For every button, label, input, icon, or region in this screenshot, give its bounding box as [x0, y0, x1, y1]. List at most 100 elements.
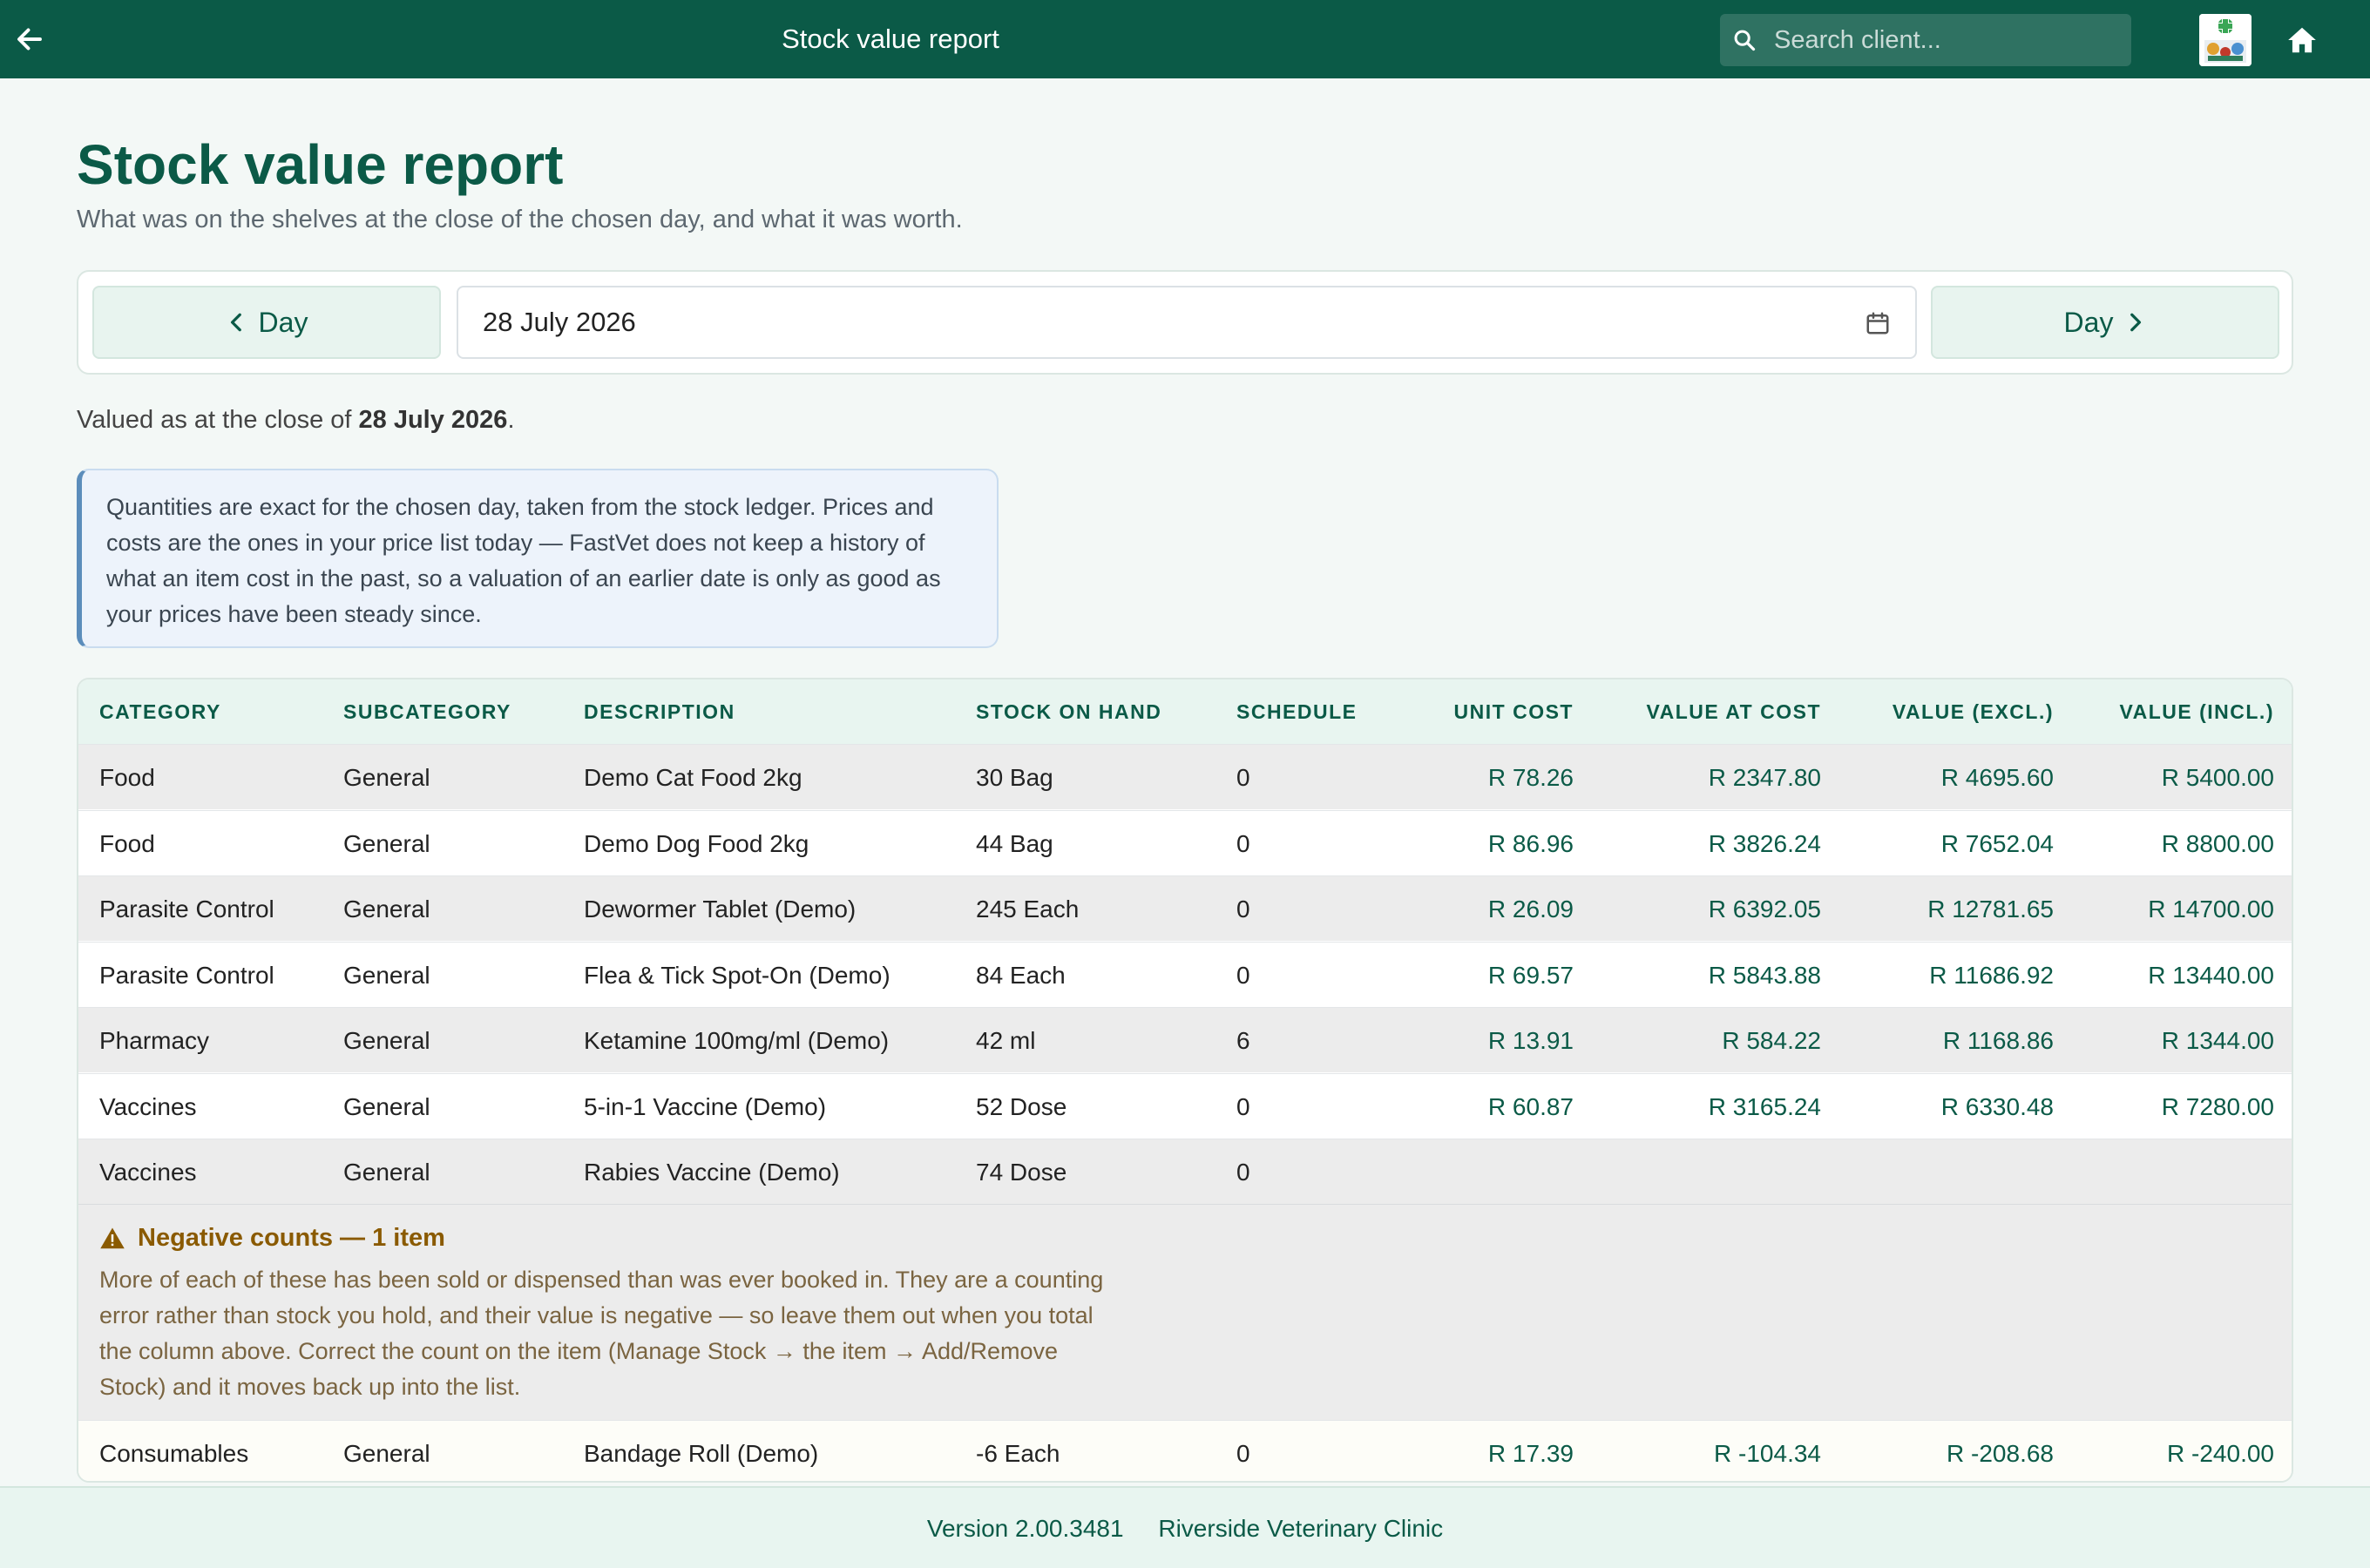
cell-schedule: 6	[1236, 1027, 1250, 1054]
home-icon[interactable]	[2285, 24, 2319, 57]
next-day-button[interactable]: Day	[1931, 286, 2279, 359]
header-value-excl: Value (excl.)	[1892, 700, 2054, 723]
cell-subcategory: General	[343, 1159, 430, 1186]
cell-subcategory: General	[343, 896, 430, 923]
header-subcategory: Subcategory	[343, 700, 511, 723]
table-row[interactable]: Consumables General Bandage Roll (Demo) -6 …	[78, 1420, 2292, 1481]
header-description: Description	[584, 700, 735, 723]
cell-unit-cost: R 69.57	[1487, 962, 1574, 989]
warning-icon	[100, 1227, 125, 1248]
table-header: Category Subcategory Description Stock o…	[78, 679, 2292, 744]
footer: Version 2.00.3481 Riverside Veterinary C…	[0, 1486, 2370, 1568]
previous-day-button[interactable]: Day	[92, 286, 441, 359]
cell-stock-on-hand: 52 Dose	[976, 1093, 1067, 1120]
date-picker-field[interactable]: 28 July 2026	[457, 286, 1917, 359]
cell-category: Vaccines	[99, 1159, 197, 1186]
cell-value-at-cost: R 3165.24	[1708, 1093, 1821, 1120]
cell-value-excl: R 12781.65	[1927, 896, 2054, 923]
cell-description: Demo Cat Food 2kg	[584, 764, 802, 791]
cell-schedule: 0	[1236, 962, 1250, 989]
cell-value-excl: R 7652.04	[1940, 830, 2054, 857]
cell-category: Vaccines	[99, 1093, 197, 1120]
cell-stock-on-hand: 74 Dose	[976, 1159, 1067, 1186]
cell-category: Parasite Control	[99, 962, 274, 989]
clinic-name: Riverside Veterinary Clinic	[1158, 1515, 1444, 1542]
table-row[interactable]: Food General Demo Cat Food 2kg 30 Bag 0 R 78.…	[78, 744, 2292, 809]
cell-category: Pharmacy	[99, 1027, 210, 1054]
table-row[interactable]: Pharmacy General Ketamine 100mg/ml (Demo) 4…	[78, 1007, 2292, 1072]
top-bar: Stock value report	[0, 0, 2370, 78]
chevron-right-icon	[2130, 313, 2142, 332]
cell-category: Food	[99, 830, 155, 857]
cell-category: Parasite Control	[99, 896, 274, 923]
cell-description: Rabies Vaccine (Demo)	[584, 1159, 840, 1186]
search-icon	[1734, 30, 1756, 51]
cell-stock-on-hand: -6 Each	[976, 1440, 1060, 1467]
stock-value-table: Category Subcategory Description Stock o…	[77, 678, 2293, 1483]
cell-schedule: 0	[1236, 896, 1250, 923]
header-category: Category	[99, 700, 221, 723]
negative-counts-heading: Negative counts — 1 item	[99, 1224, 445, 1253]
negative-counts-explanation: More of each of these has been sold or d…	[99, 1267, 1104, 1400]
cell-value-incl: R 7280.00	[2161, 1093, 2274, 1120]
cell-value-excl: R 4695.60	[1940, 764, 2054, 791]
cell-stock-on-hand: 42 ml	[976, 1027, 1036, 1054]
cell-value-at-cost: R -104.34	[1714, 1440, 1821, 1467]
cell-schedule: 0	[1236, 1440, 1250, 1467]
cell-unit-cost: R 13.91	[1487, 1027, 1574, 1054]
cell-value-incl: R 1344.00	[2161, 1027, 2274, 1054]
cell-schedule: 0	[1236, 1093, 1250, 1120]
chevron-left-icon	[230, 313, 241, 332]
cell-value-incl: R 13440.00	[2148, 962, 2274, 989]
cell-value-excl: R 1168.86	[1942, 1027, 2054, 1054]
cell-category: Food	[99, 764, 155, 791]
cell-value-excl: R -208.68	[1947, 1440, 2054, 1467]
client-search[interactable]	[1720, 14, 2131, 66]
cell-description: Flea & Tick Spot-On (Demo)	[584, 962, 890, 989]
cell-value-incl: R 14700.00	[2148, 896, 2274, 923]
valuation-date: 28 July 2026	[358, 406, 508, 434]
cell-subcategory: General	[343, 1093, 430, 1120]
cell-value-incl: R -240.00	[2167, 1440, 2274, 1467]
cell-description: Bandage Roll (Demo)	[584, 1440, 819, 1467]
cell-subcategory: General	[343, 830, 430, 857]
table-row[interactable]: Parasite Control General Dewormer Tablet (…	[78, 875, 2292, 941]
cell-subcategory: General	[343, 1027, 430, 1054]
top-bar-title: Stock value report	[782, 24, 999, 54]
negative-counts-section: Negative counts — 1 item More of each of…	[78, 1202, 2292, 1420]
search-input[interactable]	[1774, 14, 2123, 66]
cell-description: Demo Dog Food 2kg	[584, 830, 809, 857]
cell-value-excl: R 11686.92	[1929, 962, 2054, 989]
cell-category: Consumables	[99, 1440, 249, 1467]
cell-schedule: 0	[1236, 830, 1250, 857]
page-subtitle: What was on the shelves at the close of …	[77, 206, 963, 233]
header-stock-on-hand: Stock on hand	[976, 700, 1162, 723]
info-notice: Quantities are exact for the chosen day,…	[77, 469, 999, 648]
table-row[interactable]: Parasite Control General Flea & Tick Spot-…	[78, 942, 2292, 1007]
cell-schedule: 0	[1236, 1159, 1250, 1186]
cell-value-at-cost: R 3826.24	[1708, 830, 1821, 857]
table-row[interactable]: Food General Demo Dog Food 2kg 44 Bag 0 R 86.…	[78, 810, 2292, 875]
header-value-incl: Value (incl.)	[2119, 700, 2274, 723]
cell-subcategory: General	[343, 962, 430, 989]
header-unit-cost: Unit cost	[1453, 700, 1574, 723]
cell-description: 5-in-1 Vaccine (Demo)	[584, 1093, 827, 1120]
cell-description: Ketamine 100mg/ml (Demo)	[584, 1027, 890, 1054]
table-row[interactable]: Vaccines General Rabies Vaccine (Demo) 74 D…	[78, 1139, 2292, 1204]
cell-stock-on-hand: 44 Bag	[976, 830, 1053, 857]
cell-value-at-cost: R 6392.05	[1708, 896, 1821, 923]
cell-stock-on-hand: 245 Each	[976, 896, 1080, 923]
cell-stock-on-hand: 84 Each	[976, 962, 1066, 989]
clinic-logo-avatar[interactable]	[2199, 14, 2252, 66]
previous-day-label: Day	[258, 306, 308, 338]
app-version: Version 2.00.3481	[926, 1515, 1124, 1542]
cell-unit-cost: R 17.39	[1487, 1440, 1574, 1467]
page-title: Stock value report	[77, 133, 564, 196]
cell-value-at-cost: R 5843.88	[1708, 962, 1821, 989]
cell-subcategory: General	[343, 1440, 430, 1467]
calendar-icon[interactable]	[1865, 310, 1891, 336]
valuation-date-line: Valued as at the close of 28 July 2026.	[77, 406, 515, 434]
cell-value-excl: R 6330.48	[1940, 1093, 2054, 1120]
cell-value-at-cost: R 584.22	[1722, 1027, 1821, 1054]
table-row[interactable]: Vaccines General 5-in-1 Vaccine (Demo) 52 D…	[78, 1073, 2292, 1139]
